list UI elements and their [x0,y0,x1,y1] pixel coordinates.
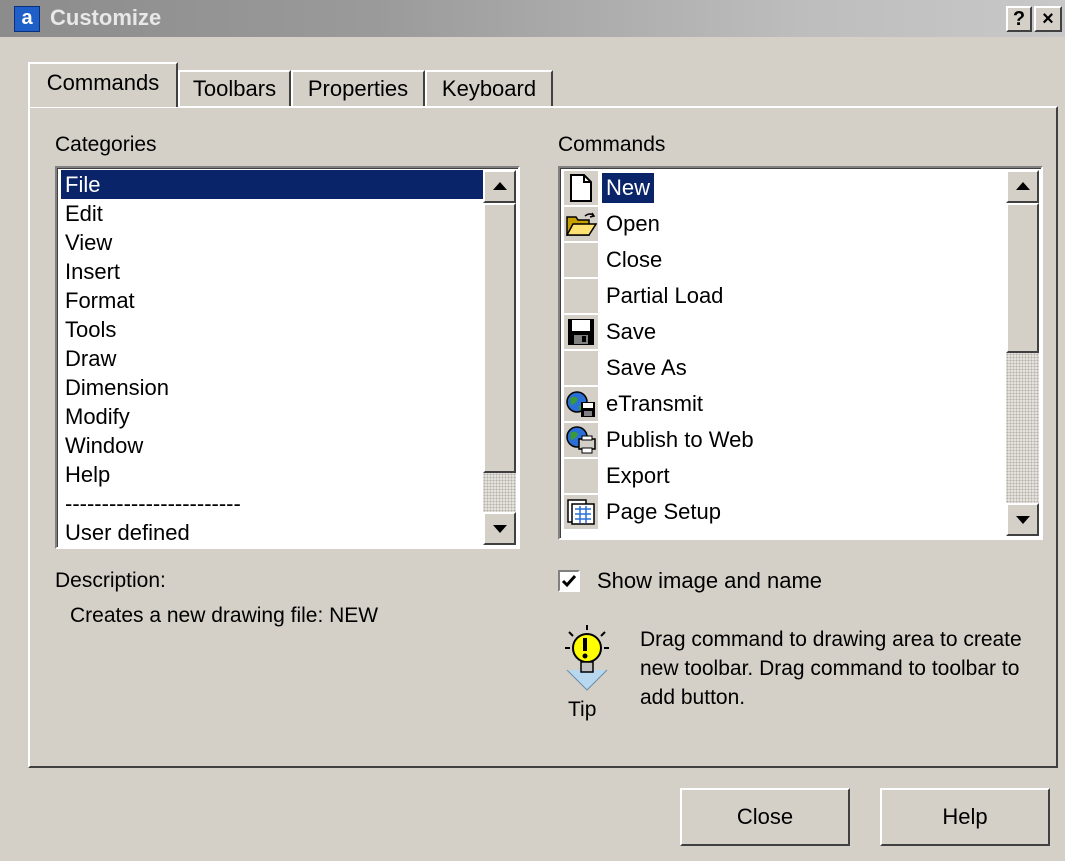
show-image-and-name-checkbox[interactable] [558,570,580,592]
blank-icon-slot [564,243,598,277]
command-item-page-setup[interactable]: Page Setup [564,494,994,530]
command-label: Page Setup [606,499,721,524]
down-arrow-icon [493,525,507,533]
scroll-thumb[interactable] [483,203,516,473]
command-item-save[interactable]: Save [564,314,994,350]
category-item-dimension[interactable]: Dimension [61,373,483,402]
scroll-up-button[interactable] [483,170,516,203]
command-item-new[interactable]: New [564,170,994,206]
tip-caption: Tip [568,698,597,721]
command-item-close[interactable]: Close [564,242,994,278]
command-item-etransmit[interactable]: eTransmit [564,386,994,422]
category-item-user-defined[interactable]: User defined [61,518,483,547]
category-item-insert[interactable]: Insert [61,257,483,286]
tab-commands[interactable]: Commands [28,62,178,107]
categories-label: Categories [55,133,157,156]
command-label: Save [606,319,657,344]
tab-keyboard[interactable]: Keyboard [425,70,553,106]
category-item-file[interactable]: File [61,170,483,199]
category-item-window[interactable]: Window [61,431,483,460]
description-label: Description: [55,569,166,592]
tip-lightbulb-icon [557,620,617,700]
close-button[interactable]: Close [680,788,850,846]
down-arrow-icon [1016,516,1030,524]
show-image-and-name-label[interactable]: Show image and name [597,568,822,594]
command-item-save-as[interactable]: Save As [564,350,994,386]
autocad-app-icon: a [14,6,40,32]
close-title-button[interactable]: × [1034,6,1062,32]
scroll-thumb[interactable] [1006,203,1039,353]
title-bar: a Customize ? × [0,0,1065,37]
scroll-down-button[interactable] [1006,503,1039,536]
command-item-partial-load[interactable]: Partial Load [564,278,994,314]
blank-icon-slot [564,351,598,385]
command-label: Close [606,247,663,272]
command-label: Export [606,463,670,488]
command-item-open[interactable]: Open [564,206,994,242]
tab-properties[interactable]: Properties [291,70,425,106]
description-text: Creates a new drawing file: NEW [70,604,379,627]
category-item-format[interactable]: Format [61,286,483,315]
up-arrow-icon [1016,182,1030,190]
page-setup-icon [564,495,598,529]
command-label: eTransmit [606,391,703,416]
command-label: New [602,173,655,203]
scroll-up-button[interactable] [1006,170,1039,203]
up-arrow-icon [493,182,507,190]
blank-icon-slot [564,279,598,313]
category-item-modify[interactable]: Modify [61,402,483,431]
command-item-publish-to-web[interactable]: Publish to Web [564,422,994,458]
category-item-view[interactable]: View [61,228,483,257]
commands-label: Commands [558,133,666,156]
command-label: Publish to Web [606,427,754,452]
command-label: Save As [606,355,687,380]
save-disk-icon [564,315,598,349]
checkmark-icon [561,575,577,588]
help-button[interactable]: Help [880,788,1050,846]
category-item-draw[interactable]: Draw [61,344,483,373]
window-title: Customize [50,5,162,30]
new-document-icon [564,171,598,205]
category-item-help[interactable]: Help [61,460,483,489]
command-label: Open [606,211,660,236]
categories-scrollbar[interactable] [483,170,516,545]
commands-scrollbar[interactable] [1006,170,1039,536]
tip-text: Drag command to drawing area to create n… [640,628,1022,709]
category-item-tools[interactable]: Tools [61,315,483,344]
categories-listbox[interactable]: File Edit View Insert Format Tools Draw … [55,166,520,549]
scroll-down-button[interactable] [483,512,516,545]
publish-web-icon [564,423,598,457]
tab-toolbars[interactable]: Toolbars [178,70,291,106]
commands-listbox[interactable]: New Open Close Partial Load Save Save As… [558,166,1043,540]
command-label: Partial Load [606,283,724,308]
open-folder-icon [564,207,598,241]
category-separator: ------------------------ [65,491,241,516]
help-title-button[interactable]: ? [1006,6,1032,32]
blank-icon-slot [564,459,598,493]
command-item-export[interactable]: Export [564,458,994,494]
category-item-edit[interactable]: Edit [61,199,483,228]
etransmit-icon [564,387,598,421]
